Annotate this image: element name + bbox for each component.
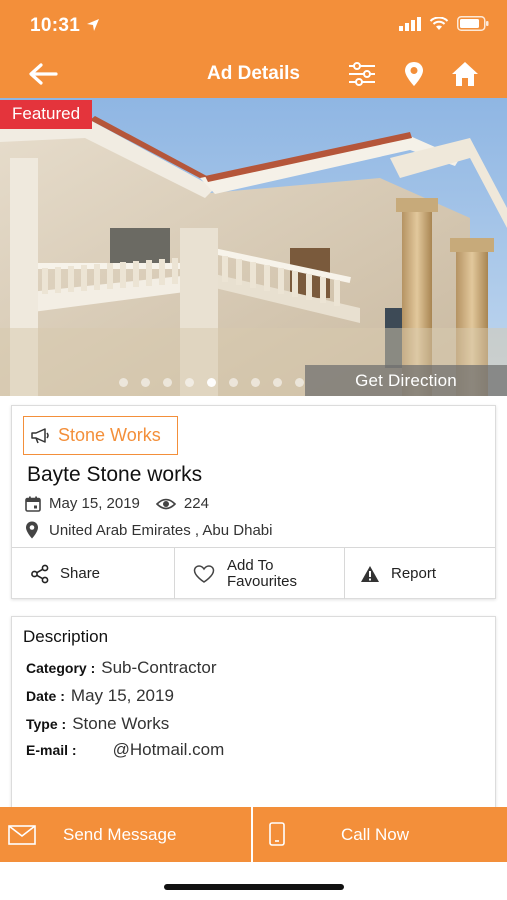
report-button[interactable]: Report — [345, 548, 495, 599]
view-count: 224 — [183, 495, 209, 512]
location-row: United Arab Emirates , Abu Dhabi — [25, 521, 272, 539]
ad-title: Bayte Stone works — [27, 463, 203, 486]
email-value[interactable]: @Hotmail.com — [113, 740, 225, 759]
eye-icon — [155, 498, 176, 509]
description-card: Description Category : Sub-Contractor Dat… — [11, 616, 496, 816]
date-row: Date : May 15, 2019 — [26, 686, 174, 706]
date-views-row: May 15, 2019 224 — [25, 495, 209, 512]
type-row: Type : Stone Works — [26, 714, 169, 734]
carousel-dot[interactable] — [229, 378, 238, 387]
category-chip-label: Stone Works — [58, 425, 161, 445]
favourites-label-line2: Favourites — [227, 572, 298, 590]
action-row: Share Add To Favourites Report — [12, 547, 495, 599]
type-label: Type : — [26, 716, 67, 732]
carousel-dot[interactable] — [295, 378, 304, 387]
wifi-icon — [429, 16, 449, 30]
location-pin-icon[interactable] — [400, 60, 430, 88]
add-to-favourites-button[interactable]: Add To Favourites — [175, 548, 345, 599]
report-label: Report — [391, 565, 437, 582]
category-chip[interactable]: Stone Works — [23, 416, 178, 455]
signal-icon — [399, 16, 421, 31]
category-label: Category : — [26, 660, 96, 676]
status-icons — [399, 16, 489, 31]
email-row: E-mail : @Hotmail.com — [26, 740, 224, 760]
send-message-label: Send Message — [63, 825, 177, 844]
date-value: May 15, 2019 — [70, 686, 174, 705]
warning-icon — [361, 565, 379, 582]
date-label: Date : — [26, 688, 65, 704]
filter-sliders-icon[interactable] — [347, 60, 377, 88]
ad-location: United Arab Emirates , Abu Dhabi — [49, 521, 273, 539]
carousel-dot[interactable] — [163, 378, 172, 387]
email-label: E-mail : — [26, 742, 77, 758]
home-indicator[interactable] — [164, 884, 344, 890]
get-direction-button[interactable]: Get Direction — [305, 365, 507, 396]
category-value: Sub-Contractor — [101, 658, 217, 677]
carousel-dot[interactable] — [251, 378, 260, 387]
carousel-dot[interactable] — [141, 378, 150, 387]
share-icon — [31, 564, 49, 583]
favourites-label-line1: Add To — [227, 556, 274, 574]
ad-image-carousel[interactable]: Featured — [0, 98, 507, 396]
heart-icon — [193, 564, 215, 583]
description-heading: Description — [23, 627, 109, 646]
phone-icon — [269, 822, 285, 846]
carousel-dots — [119, 378, 304, 387]
share-button[interactable]: Share — [12, 548, 175, 599]
ad-info-card: Stone Works Bayte Stone works May 15, 20… — [11, 405, 496, 599]
call-now-button[interactable]: Call Now — [253, 807, 507, 862]
home-icon[interactable] — [450, 60, 480, 88]
featured-badge: Featured — [0, 100, 93, 129]
carousel-dot-active[interactable] — [207, 378, 216, 387]
navbar: Ad Details — [0, 50, 507, 98]
megaphone-icon — [31, 427, 49, 443]
carousel-dot[interactable] — [119, 378, 128, 387]
app-header: 10:31 Ad Details — [0, 0, 507, 98]
category-row: Category : Sub-Contractor — [26, 658, 217, 678]
carousel-dot[interactable] — [185, 378, 194, 387]
carousel-dot[interactable] — [273, 378, 282, 387]
send-message-button[interactable]: Send Message — [0, 807, 253, 862]
share-label: Share — [60, 565, 101, 582]
location-services-icon — [87, 19, 99, 31]
villa-photo — [0, 98, 507, 396]
favourites-label: Add To Favourites — [227, 556, 298, 590]
envelope-icon — [8, 825, 36, 845]
type-value: Stone Works — [72, 714, 170, 733]
call-now-label: Call Now — [341, 825, 410, 844]
status-bar: 10:31 — [0, 0, 507, 50]
status-time: 10:31 — [30, 15, 81, 36]
ad-date: May 15, 2019 — [49, 495, 140, 512]
location-pin-icon — [26, 521, 38, 539]
page-title: Ad Details — [207, 63, 300, 84]
bottom-action-bar: Send Message Call Now — [0, 807, 507, 862]
battery-icon — [457, 16, 489, 31]
calendar-icon — [25, 496, 41, 512]
